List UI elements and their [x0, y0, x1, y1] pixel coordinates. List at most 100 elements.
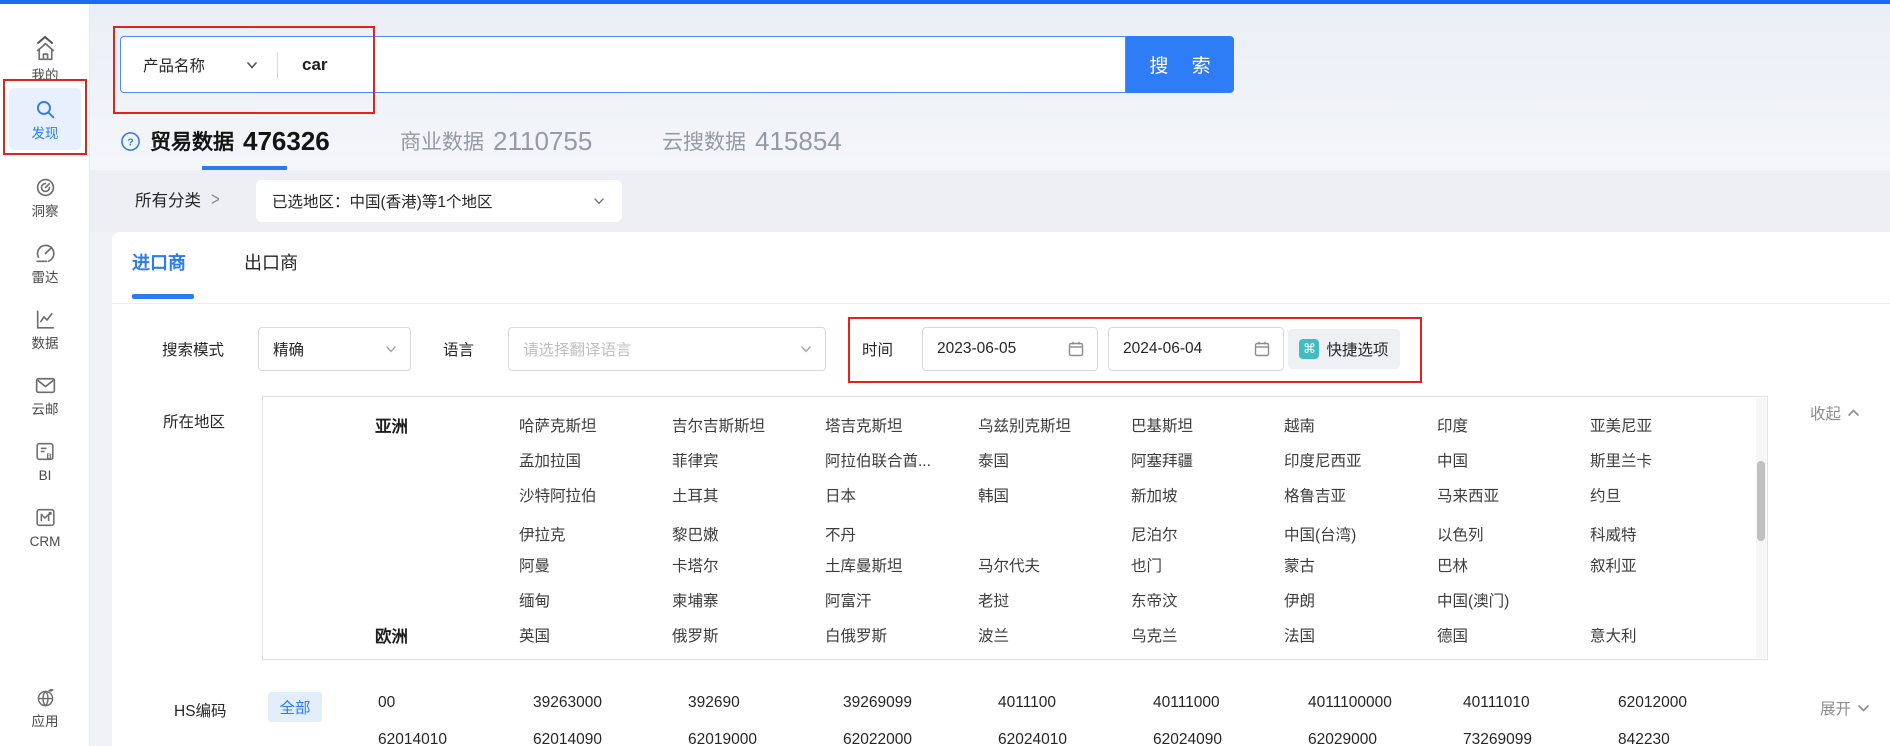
- region-item[interactable]: 沙特阿拉伯: [519, 484, 597, 506]
- region-item[interactable]: 东帝汶: [1131, 589, 1178, 611]
- search-keyword-input[interactable]: car: [302, 55, 328, 75]
- sidebar-item-CRM[interactable]: CRM: [9, 496, 81, 558]
- region-item[interactable]: 塞浦路斯: [1437, 659, 1499, 661]
- tab-business-data[interactable]: 商业数据 2110755: [400, 120, 592, 162]
- date-start-input[interactable]: 2023-06-05: [922, 327, 1098, 371]
- region-item[interactable]: 尼泊尔: [1131, 523, 1178, 545]
- region-item[interactable]: 柬埔寨: [672, 589, 719, 611]
- region-item[interactable]: 黎巴嫩: [672, 523, 719, 545]
- region-item[interactable]: 阿尔巴尼亚: [1590, 659, 1668, 661]
- region-item[interactable]: 中国(台湾): [1284, 523, 1356, 545]
- sidebar-item-BI[interactable]: BIBI: [9, 430, 81, 492]
- hs-code-item[interactable]: 62022000: [843, 731, 998, 746]
- region-item[interactable]: 以色列: [1437, 523, 1484, 545]
- region-item[interactable]: 孟加拉国: [519, 449, 581, 471]
- hs-code-item[interactable]: 39263000: [533, 694, 688, 716]
- region-item[interactable]: 法国: [1284, 624, 1315, 646]
- hs-code-item[interactable]: 62019000: [688, 731, 843, 746]
- hs-code-item[interactable]: 62024090: [1153, 731, 1308, 746]
- scrollbar-thumb[interactable]: [1757, 461, 1765, 541]
- region-item[interactable]: 日本: [825, 484, 856, 506]
- region-item[interactable]: 蒙古: [1284, 554, 1315, 576]
- region-item[interactable]: 比利时: [1131, 659, 1178, 661]
- search-button[interactable]: 搜 索: [1126, 36, 1234, 93]
- question-circle-icon[interactable]: ?: [120, 131, 141, 152]
- hs-code-item[interactable]: 40111010: [1463, 694, 1618, 716]
- hs-code-item[interactable]: 40111000: [1153, 694, 1308, 716]
- hs-code-item[interactable]: 00: [378, 694, 533, 716]
- region-item[interactable]: 意大利: [1590, 624, 1637, 646]
- tab-exporters[interactable]: 出口商: [244, 249, 298, 275]
- hs-code-item[interactable]: 73269099: [1463, 731, 1618, 746]
- region-item[interactable]: 英国: [519, 624, 550, 646]
- hs-code-item[interactable]: 392690: [688, 694, 843, 716]
- region-item[interactable]: 白俄罗斯: [825, 624, 887, 646]
- region-item[interactable]: 卡塔尔: [672, 554, 719, 576]
- region-item[interactable]: 也门: [1131, 554, 1162, 576]
- sidebar-item-云邮[interactable]: 云邮: [9, 364, 81, 426]
- hs-code-item[interactable]: 4011100000: [1308, 694, 1463, 716]
- hs-code-item[interactable]: 62024010: [998, 731, 1153, 746]
- hs-all-badge[interactable]: 全部: [268, 692, 322, 722]
- region-item[interactable]: 芬兰: [672, 659, 703, 661]
- expand-link[interactable]: 展开: [1820, 697, 1870, 719]
- region-item[interactable]: 泰国: [978, 449, 1009, 471]
- region-item[interactable]: 印度: [1437, 414, 1468, 436]
- region-item[interactable]: 中国(澳门): [1437, 589, 1509, 611]
- region-item[interactable]: 亚美尼亚: [1590, 414, 1652, 436]
- region-item[interactable]: 韩国: [978, 484, 1009, 506]
- region-item[interactable]: 德国: [1437, 624, 1468, 646]
- region-item[interactable]: 捷克: [825, 659, 856, 661]
- search-category-dropdown[interactable]: 产品名称: [121, 54, 277, 76]
- region-item[interactable]: 伊拉克: [519, 523, 566, 545]
- region-item[interactable]: 叙利亚: [1590, 554, 1637, 576]
- region-item[interactable]: 乌兹别克斯坦: [978, 414, 1071, 436]
- region-item[interactable]: 新加坡: [1131, 484, 1178, 506]
- region-item[interactable]: 格鲁吉亚: [1284, 484, 1346, 506]
- region-item[interactable]: 斯里兰卡: [1590, 449, 1652, 471]
- sidebar-item-应用[interactable]: 应用: [9, 676, 81, 738]
- sidebar-item-雷达[interactable]: 雷达: [9, 232, 81, 294]
- region-item[interactable]: 马来西亚: [1437, 484, 1499, 506]
- tab-importers[interactable]: 进口商: [132, 249, 186, 275]
- language-select[interactable]: 请选择翻译语言: [508, 327, 826, 371]
- region-item[interactable]: 老挝: [978, 589, 1009, 611]
- region-item[interactable]: 土耳其: [672, 484, 719, 506]
- region-item[interactable]: 菲律宾: [672, 449, 719, 471]
- sidebar-item-洞察[interactable]: 洞察: [9, 166, 81, 228]
- region-item[interactable]: 乌克兰: [1131, 624, 1178, 646]
- quick-options-button[interactable]: ⌘ 快捷选项: [1288, 329, 1400, 369]
- region-item[interactable]: 印度尼西亚: [1284, 449, 1362, 471]
- region-item[interactable]: 阿富汗: [825, 589, 872, 611]
- sidebar-item-发现[interactable]: 发现: [9, 88, 81, 150]
- selected-region-dropdown[interactable]: 已选地区：中国(香港)等1个地区: [256, 180, 622, 222]
- region-item[interactable]: 越南: [1284, 414, 1315, 436]
- region-item[interactable]: 巴基斯坦: [1131, 414, 1193, 436]
- tab-cloud-search-data[interactable]: 云搜数据 415854: [662, 120, 842, 162]
- hs-code-item[interactable]: 39269099: [843, 694, 998, 716]
- collapse-link[interactable]: 收起: [1810, 402, 1860, 424]
- region-item[interactable]: 俄罗斯: [672, 624, 719, 646]
- region-item[interactable]: 巴林: [1437, 554, 1468, 576]
- region-item[interactable]: 不丹: [825, 523, 856, 545]
- region-item[interactable]: 缅甸: [519, 589, 550, 611]
- region-item[interactable]: 阿塞拜疆: [1131, 449, 1193, 471]
- region-item[interactable]: 约旦: [1590, 484, 1621, 506]
- region-item[interactable]: 吉尔吉斯斯坦: [672, 414, 765, 436]
- search-mode-select[interactable]: 精确: [258, 327, 411, 371]
- region-item[interactable]: 阿拉伯联合酋...: [825, 449, 931, 471]
- hs-code-item[interactable]: 62012000: [1618, 694, 1773, 716]
- hs-code-item[interactable]: 62014090: [533, 731, 688, 746]
- region-item[interactable]: 科威特: [1590, 523, 1637, 545]
- region-item[interactable]: 土库曼斯坦: [825, 554, 903, 576]
- breadcrumb[interactable]: 所有分类 >: [135, 187, 220, 211]
- hs-code-item[interactable]: 62014010: [378, 731, 533, 746]
- region-item[interactable]: 中国: [1437, 449, 1468, 471]
- region-item[interactable]: 波兰: [978, 624, 1009, 646]
- region-item[interactable]: 阿曼: [519, 554, 550, 576]
- region-item[interactable]: 马尔代夫: [978, 554, 1040, 576]
- hs-code-item[interactable]: 62029000: [1308, 731, 1463, 746]
- region-item[interactable]: 哈萨克斯坦: [519, 414, 597, 436]
- region-item[interactable]: 西班牙: [519, 659, 566, 661]
- hs-code-item[interactable]: 842230: [1618, 731, 1773, 746]
